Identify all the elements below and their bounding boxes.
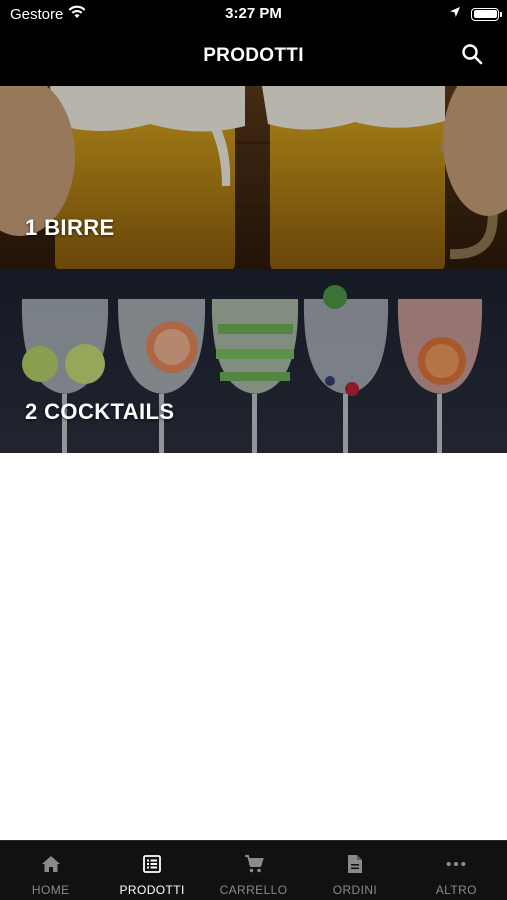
search-icon <box>461 43 483 70</box>
list-icon <box>142 854 162 874</box>
page-title: PRODOTTI <box>203 45 304 66</box>
category-label: 2 COCKTAILS <box>25 399 175 424</box>
document-icon <box>345 854 365 874</box>
status-time: 3:27 PM <box>225 5 282 22</box>
location-arrow-icon <box>449 5 461 23</box>
tab-label: PRODOTTI <box>119 883 185 897</box>
cart-icon <box>244 854 264 874</box>
status-indicators <box>449 5 502 23</box>
tab-carrello[interactable]: CARRELLO <box>203 841 304 900</box>
top-bar: Gestore 3:27 PM PRODOTTI <box>0 0 507 86</box>
status-bar: Gestore 3:27 PM <box>0 0 507 28</box>
battery-icon <box>471 7 502 21</box>
bottom-tab-bar: HOME PRODOTTI CARRELLO ORDINI ALTRO <box>0 840 507 900</box>
tab-label: HOME <box>31 883 70 897</box>
tab-label: ORDINI <box>332 883 378 897</box>
category-label: 1 BIRRE <box>25 215 115 240</box>
tab-label: CARRELLO <box>219 883 288 897</box>
more-icon <box>446 854 466 874</box>
search-button[interactable] <box>459 43 485 69</box>
image-overlay <box>0 269 507 453</box>
home-icon <box>41 854 61 874</box>
tab-home[interactable]: HOME <box>0 841 101 900</box>
category-card-birre[interactable]: 1 BIRRE <box>0 86 507 269</box>
image-overlay <box>0 86 507 269</box>
tab-label: ALTRO <box>435 883 477 897</box>
category-card-cocktails[interactable]: 2 COCKTAILS <box>0 269 507 453</box>
tab-prodotti[interactable]: PRODOTTI <box>101 841 202 900</box>
tab-altro[interactable]: ALTRO <box>406 841 507 900</box>
tab-ordini[interactable]: ORDINI <box>304 841 405 900</box>
